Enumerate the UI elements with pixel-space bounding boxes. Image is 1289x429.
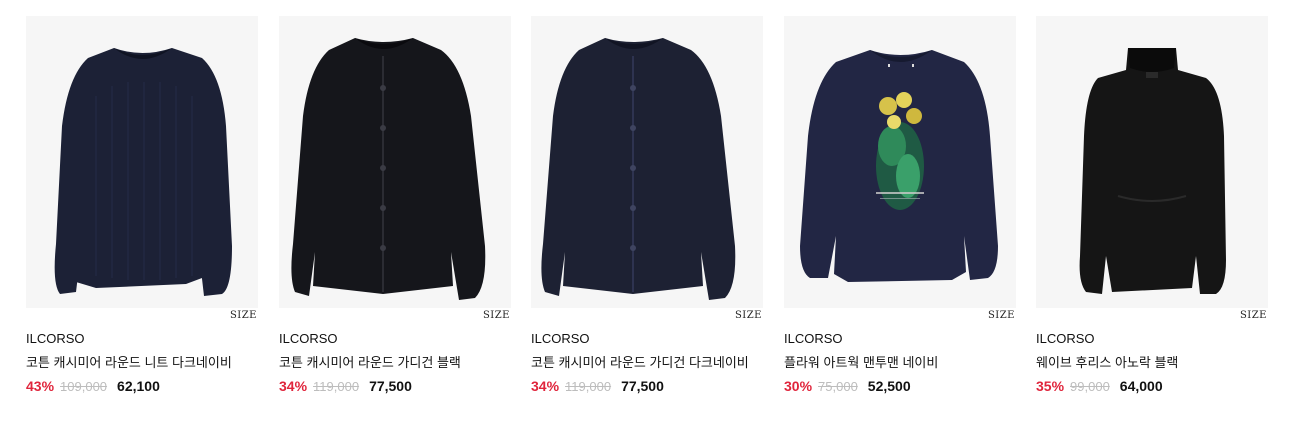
original-price: 119,000 — [313, 379, 360, 394]
size-label[interactable]: SIZE — [1240, 310, 1267, 321]
size-label[interactable]: SIZE — [735, 310, 762, 321]
sweater-image — [54, 48, 233, 296]
discount-rate: 30% — [784, 378, 813, 394]
product-name[interactable]: 코튼 캐시미어 라운드 니트 다크네이비 — [26, 352, 232, 371]
product-name[interactable]: 웨이브 후리스 아노락 블랙 — [1036, 352, 1178, 371]
brand-name[interactable]: ILCORSO — [531, 331, 590, 346]
discount-rate: 35% — [1036, 378, 1065, 394]
anorak-image — [1079, 48, 1226, 294]
original-price: 119,000 — [565, 379, 612, 394]
price-row: 34% 119,000 77,500 — [531, 378, 664, 396]
sale-price: 64,000 — [1119, 378, 1163, 394]
product-card[interactable]: SIZE ILCORSO 코튼 캐시미어 라운드 가디건 블랙 34% 119,… — [279, 16, 511, 416]
product-image[interactable] — [1036, 16, 1268, 308]
product-card[interactable]: SIZE ILCORSO 웨이브 후리스 아노락 블랙 35% 99,000 6… — [1036, 16, 1268, 416]
brand-name[interactable]: ILCORSO — [1036, 331, 1095, 346]
discount-rate: 43% — [26, 378, 55, 394]
product-name[interactable]: 코튼 캐시미어 라운드 가디건 블랙 — [279, 352, 461, 371]
brand-name[interactable]: ILCORSO — [26, 331, 85, 346]
brand-name[interactable]: ILCORSO — [279, 331, 338, 346]
discount-rate: 34% — [279, 378, 308, 394]
price-row: 43% 109,000 62,100 — [26, 378, 160, 396]
product-name[interactable]: 플라워 아트웍 맨투맨 네이비 — [784, 352, 938, 371]
discount-rate: 34% — [531, 378, 560, 394]
sale-price: 62,100 — [117, 378, 160, 394]
product-name[interactable]: 코튼 캐시미어 라운드 가디건 다크네이비 — [531, 352, 749, 371]
price-row: 35% 99,000 64,000 — [1036, 378, 1163, 396]
original-price: 109,000 — [60, 379, 108, 394]
cardigan-image — [291, 38, 486, 300]
product-card[interactable]: SIZE ILCORSO 코튼 캐시미어 라운드 니트 다크네이비 43% 10… — [26, 16, 258, 416]
cardigan-image — [541, 38, 736, 300]
size-label[interactable]: SIZE — [483, 310, 510, 321]
original-price: 99,000 — [1070, 379, 1110, 394]
product-image[interactable] — [531, 16, 763, 308]
original-price: 75,000 — [818, 379, 858, 394]
price-row: 34% 119,000 77,500 — [279, 378, 412, 396]
product-image[interactable] — [279, 16, 511, 308]
product-image[interactable] — [26, 16, 258, 308]
sale-price: 77,500 — [621, 378, 664, 394]
price-row: 30% 75,000 52,500 — [784, 378, 911, 396]
brand-name[interactable]: ILCORSO — [784, 331, 843, 346]
product-image[interactable] — [784, 16, 1016, 308]
sweatshirt-image — [800, 50, 998, 282]
sale-price: 77,500 — [369, 378, 412, 394]
product-card[interactable]: SIZE ILCORSO 플라워 아트웍 맨투맨 네이비 30% 75,000 … — [784, 16, 1016, 416]
size-label[interactable]: SIZE — [988, 310, 1015, 321]
product-card[interactable]: SIZE ILCORSO 코튼 캐시미어 라운드 가디건 다크네이비 34% 1… — [531, 16, 763, 416]
size-label[interactable]: SIZE — [230, 310, 257, 321]
sale-price: 52,500 — [867, 378, 911, 394]
product-grid: SIZE ILCORSO 코튼 캐시미어 라운드 니트 다크네이비 43% 10… — [26, 16, 1268, 416]
